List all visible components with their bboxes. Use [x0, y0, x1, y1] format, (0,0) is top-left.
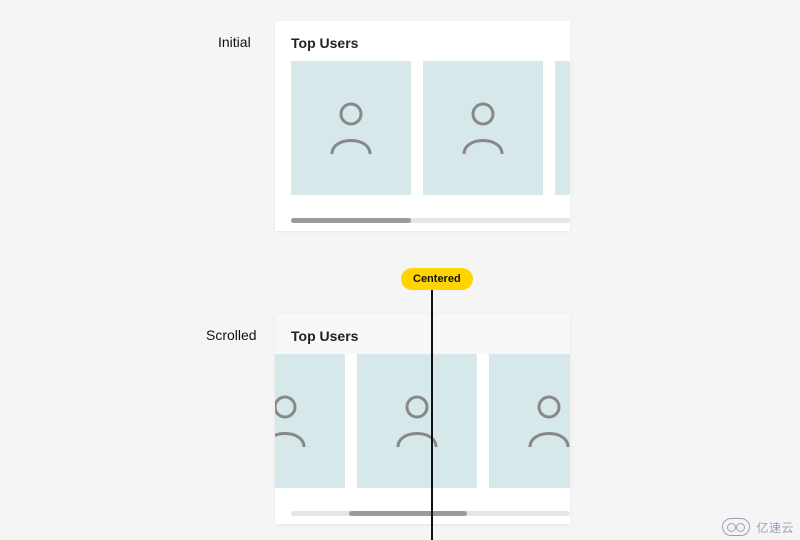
panel-title: Top Users: [275, 314, 570, 354]
watermark-icon: [722, 518, 750, 536]
user-icon: [458, 100, 508, 156]
user-card[interactable]: [555, 61, 570, 195]
user-icon: [392, 393, 442, 449]
user-icon: [326, 100, 376, 156]
panel-initial: Top Users: [275, 21, 570, 231]
user-icon: [275, 393, 310, 449]
cards-track: [291, 61, 570, 201]
cards-track: [275, 354, 570, 494]
cards-viewport[interactable]: [275, 354, 570, 504]
user-icon: [524, 393, 570, 449]
scrollbar-thumb[interactable]: [349, 511, 467, 516]
user-card[interactable]: [275, 354, 345, 488]
panel-scrolled: Top Users: [275, 314, 570, 524]
panel-title: Top Users: [275, 21, 570, 61]
scrollbar-thumb[interactable]: [291, 218, 411, 223]
center-guideline: [431, 290, 433, 540]
user-card[interactable]: [357, 354, 477, 488]
state-label-initial: Initial: [218, 34, 251, 50]
watermark-text: 亿速云: [756, 519, 794, 536]
cards-viewport[interactable]: [275, 61, 570, 211]
watermark: 亿速云: [722, 518, 794, 536]
user-card[interactable]: [291, 61, 411, 195]
user-card[interactable]: [489, 354, 570, 488]
centered-pill: Centered: [401, 268, 473, 290]
scrollbar[interactable]: [291, 218, 570, 223]
user-card[interactable]: [423, 61, 543, 195]
state-label-scrolled: Scrolled: [206, 327, 257, 343]
